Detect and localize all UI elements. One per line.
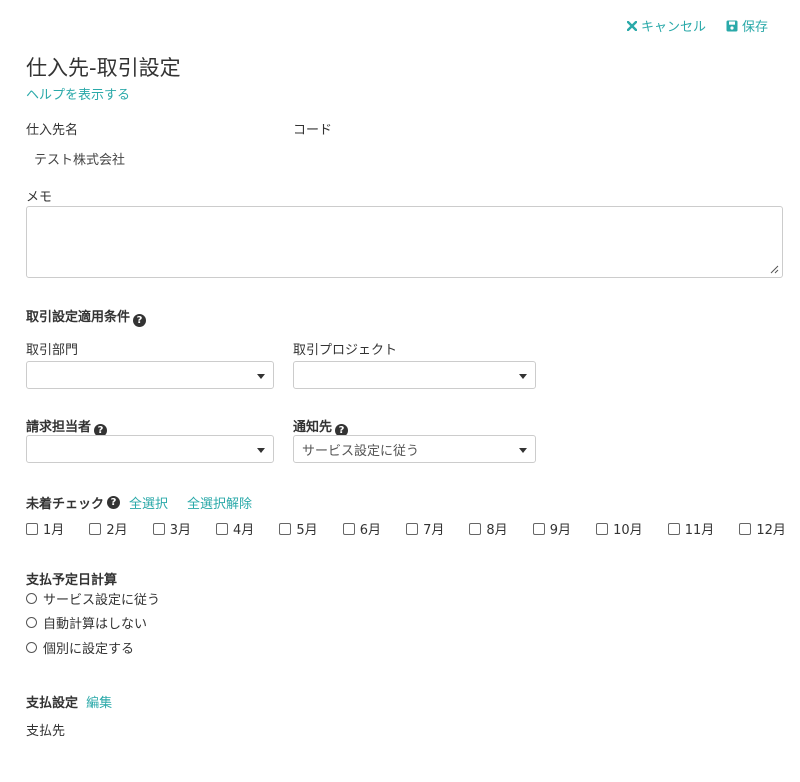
project-label: 取引プロジェクト (293, 343, 398, 358)
month-label: 4月 (233, 523, 255, 538)
checkbox[interactable] (739, 522, 752, 535)
caret-down-icon (257, 448, 265, 453)
month-checkbox[interactable]: 8月 (469, 519, 508, 538)
supplier-name-label: 仕入先名 (26, 123, 79, 138)
radio-option[interactable]: 自動計算はしない (26, 613, 147, 632)
notify-label-text: 通知先 (293, 420, 333, 435)
month-checkbox[interactable]: 9月 (532, 519, 572, 538)
billing-person-label-text: 請求担当者 (26, 420, 92, 435)
memo-textarea[interactable] (26, 206, 783, 278)
radio-label: 個別に設定する (43, 642, 135, 657)
cancel-label: キャンセル (640, 20, 706, 35)
month-checkbox[interactable]: 7月 (406, 519, 444, 538)
checkbox[interactable] (216, 522, 229, 535)
help-icon[interactable]: ? (133, 314, 147, 327)
month-checkbox[interactable]: 6月 (342, 519, 381, 538)
checkbox[interactable] (532, 522, 545, 535)
month-checkbox[interactable]: 3月 (152, 519, 191, 538)
checkbox[interactable] (26, 522, 38, 535)
radio-label: サービス設定に従う (43, 593, 161, 608)
month-label: 2月 (106, 523, 128, 538)
month-checkbox[interactable]: 12月 (739, 519, 786, 538)
checkbox[interactable] (342, 522, 355, 535)
select-all-link[interactable]: 全選択 (129, 493, 168, 512)
month-label: 3月 (169, 523, 191, 538)
supplier-name-value: テスト株式会社 (34, 153, 126, 168)
month-label: 9月 (549, 523, 572, 538)
month-label: 10月 (613, 523, 643, 538)
month-checkbox[interactable]: 5月 (279, 519, 318, 538)
radio-option[interactable]: 個別に設定する (26, 638, 134, 657)
payment-settings-row: 支払設定 編集 (26, 692, 112, 711)
month-label: 5月 (296, 523, 318, 538)
department-select[interactable] (26, 361, 274, 389)
unarrived-row: 未着チェック? 全選択 全選択解除 (26, 493, 252, 512)
checkbox[interactable] (152, 522, 165, 535)
month-checkbox[interactable]: 1月 (26, 519, 64, 538)
page-title: 仕入先-取引設定 (26, 56, 181, 80)
resize-handle-icon[interactable] (770, 265, 779, 274)
radio-button[interactable] (26, 617, 37, 628)
month-checkbox[interactable]: 4月 (216, 519, 254, 538)
month-label: 6月 (359, 523, 381, 538)
deselect-all-link[interactable]: 全選択解除 (187, 493, 252, 512)
radio-button[interactable] (26, 593, 37, 604)
radio-label: 自動計算はしない (43, 617, 148, 632)
month-label: 1月 (43, 523, 65, 538)
close-icon (626, 20, 637, 31)
help-icon[interactable]: ? (107, 496, 121, 509)
save-button[interactable]: 保存 (726, 16, 768, 35)
payee-label: 支払先 (26, 724, 66, 739)
month-label: 11月 (684, 523, 715, 538)
notify-select[interactable]: サービス設定に従う (293, 435, 536, 463)
radio-option[interactable]: サービス設定に従う (26, 589, 160, 608)
checkbox[interactable] (89, 522, 102, 535)
month-checkboxes: 1月 2月 3月 4月 5月 6月 7月 8月 9月 10月 11月 12月 (26, 519, 786, 538)
toolbar: キャンセル 保存 (626, 16, 768, 35)
notify-select-value: サービス設定に従う (302, 443, 420, 459)
checkbox[interactable] (667, 522, 680, 535)
month-label: 12月 (756, 523, 786, 538)
billing-person-select[interactable] (26, 435, 274, 463)
project-select[interactable] (293, 361, 536, 389)
checkbox[interactable] (279, 522, 292, 535)
edit-link[interactable]: 編集 (86, 696, 112, 711)
caret-down-icon (519, 374, 527, 379)
conditions-heading-text: 取引設定適用条件 (26, 310, 131, 325)
payment-settings-label: 支払設定 (26, 696, 79, 711)
payment-date-label: 支払予定日計算 (26, 573, 118, 588)
save-label: 保存 (741, 20, 768, 35)
billing-person-label: 請求担当者? (26, 416, 108, 437)
notify-label: 通知先? (293, 416, 349, 437)
save-icon (726, 20, 738, 31)
month-label: 8月 (486, 523, 508, 538)
conditions-heading: 取引設定適用条件? (26, 306, 147, 327)
department-label: 取引部門 (26, 343, 79, 358)
caret-down-icon (257, 374, 265, 379)
month-label: 7月 (423, 523, 445, 538)
checkbox[interactable] (469, 522, 482, 535)
code-label: コード (293, 123, 333, 138)
radio-button[interactable] (26, 642, 37, 653)
month-checkbox[interactable]: 10月 (596, 519, 643, 538)
month-checkbox[interactable]: 11月 (667, 519, 715, 538)
checkbox[interactable] (406, 522, 419, 535)
memo-label: メモ (26, 190, 53, 205)
caret-down-icon (519, 448, 527, 453)
checkbox[interactable] (596, 522, 609, 535)
month-checkbox[interactable]: 2月 (89, 519, 128, 538)
help-link[interactable]: ヘルプを表示する (26, 84, 130, 103)
unarrived-label: 未着チェック (26, 497, 105, 512)
cancel-button[interactable]: キャンセル (626, 16, 706, 35)
